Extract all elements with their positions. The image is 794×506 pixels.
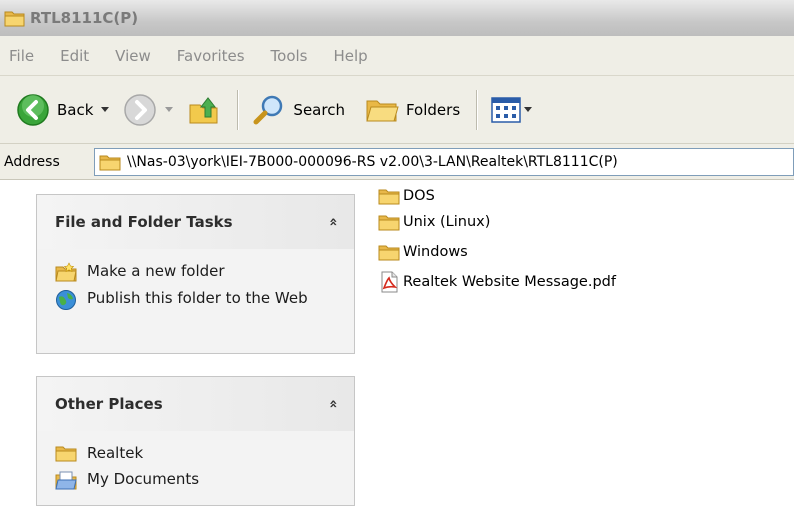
collapse-chevron-icon[interactable]: » — [325, 217, 341, 226]
place-label: My Documents — [87, 470, 200, 488]
menu-help[interactable]: Help — [331, 45, 371, 67]
file-item-windows[interactable]: Windows — [378, 241, 468, 263]
address-label: Address — [4, 153, 60, 170]
new-folder-icon — [55, 262, 77, 282]
forward-button[interactable] — [117, 86, 179, 134]
search-icon — [253, 95, 283, 124]
address-path: \\Nas-03\york\IEI-7B000-000096-RS v2.00\… — [127, 153, 618, 170]
back-dropdown-icon[interactable] — [101, 107, 110, 112]
task-make-new-folder[interactable]: Make a new folder — [37, 259, 354, 286]
views-dropdown-icon[interactable] — [524, 107, 533, 112]
toolbar-separator — [237, 89, 239, 130]
up-folder-button[interactable] — [181, 86, 227, 134]
folders-button[interactable]: Folders — [359, 86, 466, 134]
collapse-chevron-icon[interactable]: » — [325, 399, 341, 408]
file-and-folder-tasks-panel: File and Folder Tasks » Make a new folde… — [36, 194, 355, 354]
file-name: Unix (Linux) — [403, 214, 491, 230]
task-label: Make a new folder — [87, 262, 225, 280]
menu-tools[interactable]: Tools — [268, 45, 311, 67]
folder-icon — [4, 11, 25, 27]
file-name: Windows — [403, 244, 468, 260]
other-places-panel: Other Places » Realtek My Documents — [36, 376, 355, 506]
pdf-icon — [381, 271, 398, 293]
menu-view[interactable]: View — [112, 45, 154, 67]
forward-dropdown-icon[interactable] — [165, 107, 174, 112]
address-bar: Address \\Nas-03\york\IEI-7B000-000096-R… — [0, 144, 794, 180]
place-label: Realtek — [87, 444, 144, 462]
panel-title: Other Places — [55, 395, 163, 413]
menu-bar: File Edit View Favorites Tools Help — [0, 36, 794, 76]
folder-icon — [378, 189, 400, 205]
menu-favorites[interactable]: Favorites — [174, 45, 248, 67]
file-name: DOS — [403, 188, 435, 204]
file-item-unix-linux[interactable]: Unix (Linux) — [378, 211, 490, 233]
folder-icon — [99, 155, 121, 170]
file-name: Realtek Website Message.pdf — [403, 274, 616, 290]
my-documents-icon — [55, 471, 77, 490]
place-realtek[interactable]: Realtek — [37, 441, 354, 467]
folder-icon — [378, 215, 400, 231]
folders-icon — [366, 100, 399, 121]
place-my-documents[interactable]: My Documents — [37, 467, 354, 494]
back-button[interactable]: Back — [10, 86, 115, 134]
address-input[interactable]: \\Nas-03\york\IEI-7B000-000096-RS v2.00\… — [94, 147, 794, 176]
back-arrow-icon — [17, 93, 49, 126]
file-item-dos[interactable]: DOS — [378, 185, 435, 207]
forward-arrow-icon — [124, 93, 157, 126]
folders-label: Folders — [405, 100, 461, 119]
search-label: Search — [293, 100, 345, 119]
panel-header[interactable]: File and Folder Tasks » — [37, 195, 354, 249]
back-label: Back — [57, 100, 94, 119]
toolbar: Back Search Folders — [0, 76, 794, 144]
task-publish-folder-to-web[interactable]: Publish this folder to the Web — [37, 286, 354, 315]
window-title: RTL8111C(P) — [30, 9, 139, 27]
task-label: Publish this folder to the Web — [87, 289, 308, 307]
publish-web-icon — [56, 290, 76, 310]
file-item-realtek-website-message-pdf[interactable]: Realtek Website Message.pdf — [378, 271, 616, 293]
up-folder-icon — [189, 96, 218, 123]
title-bar: RTL8111C(P) — [0, 0, 794, 36]
views-button[interactable] — [485, 86, 538, 134]
menu-edit[interactable]: Edit — [57, 45, 92, 67]
menu-file[interactable]: File — [6, 45, 37, 67]
search-button[interactable]: Search — [246, 86, 351, 134]
views-icon — [491, 96, 521, 123]
folder-icon — [378, 245, 400, 261]
folder-icon — [55, 446, 77, 462]
toolbar-separator — [476, 89, 478, 130]
panel-title: File and Folder Tasks — [55, 213, 233, 231]
panel-header[interactable]: Other Places » — [37, 377, 354, 431]
